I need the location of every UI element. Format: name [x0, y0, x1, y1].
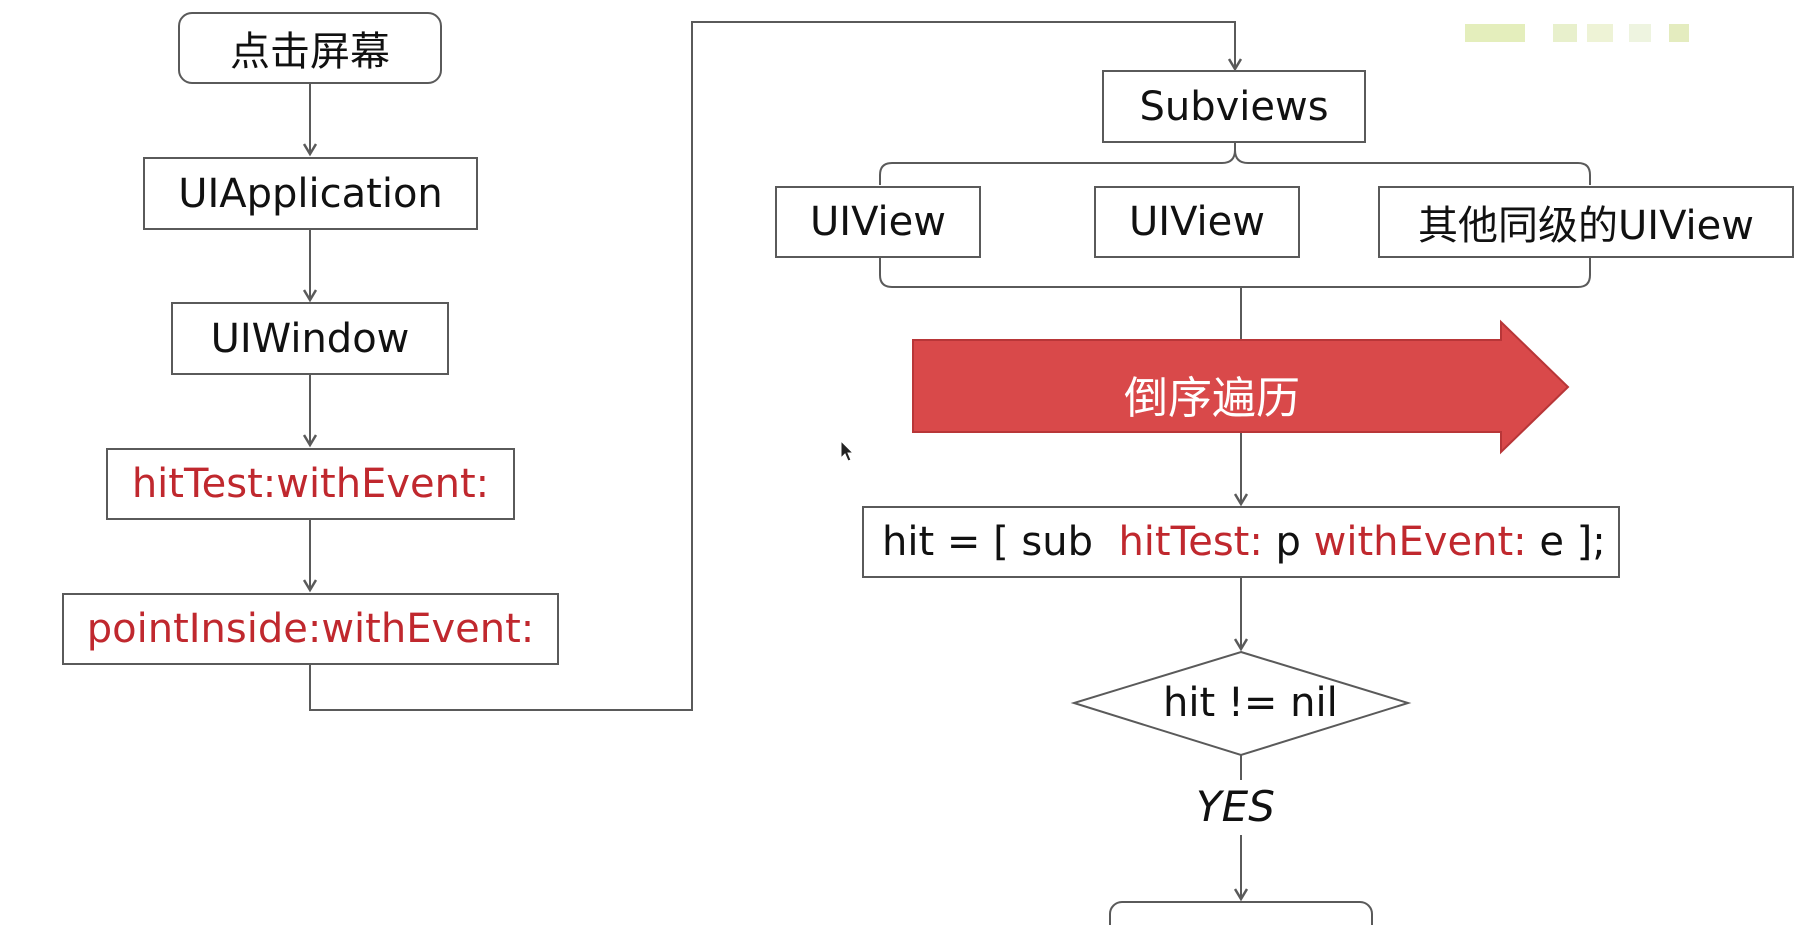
code-part-5: e ]; [1526, 519, 1606, 565]
next-step-box [1109, 901, 1373, 925]
sibling-uiview-label: 其他同级的UIView [1418, 203, 1754, 249]
pointinside-label: pointInside:withEvent: [86, 606, 535, 652]
hittest-code-box: hit = [ sub hitTest: p withEvent: e ]; [862, 506, 1620, 578]
tap-screen-label: 点击屏幕 [230, 29, 390, 75]
code-part-3: p [1262, 519, 1314, 565]
subviews-brace-bottom [879, 258, 1591, 288]
uiwindow-label: UIWindow [210, 315, 410, 362]
hittest-label: hitTest:withEvent: [131, 461, 490, 507]
sibling-uiview-box: 其他同级的UIView [1378, 186, 1794, 258]
uiview-box-2: UIView [1094, 186, 1300, 258]
yes-label: YES [1196, 782, 1275, 831]
condition-label: hit != nil [1163, 680, 1338, 726]
reverse-traverse-label: 倒序遍历 [1124, 373, 1300, 424]
watermark-strip [1465, 24, 1705, 42]
uiview-box-1: UIView [775, 186, 981, 258]
uiapplication-box: UIApplication [143, 157, 478, 230]
uiwindow-box: UIWindow [171, 302, 449, 375]
code-part-4: withEvent: [1313, 519, 1527, 565]
code-part-1: hit = [ sub [882, 519, 1119, 565]
pointinside-box: pointInside:withEvent: [62, 593, 559, 665]
mouse-cursor-icon [840, 440, 855, 462]
hittest-box: hitTest:withEvent: [106, 448, 515, 520]
code-part-2: hitTest: [1118, 519, 1263, 565]
subviews-label: Subviews [1139, 83, 1329, 130]
tap-screen-box: 点击屏幕 [178, 12, 442, 84]
uiapplication-label: UIApplication [178, 170, 443, 217]
subviews-brace-top-right [1234, 149, 1591, 185]
uiview-label-2: UIView [1129, 199, 1265, 245]
subviews-brace-top [879, 143, 1236, 185]
subviews-box: Subviews [1102, 70, 1366, 143]
uiview-label-1: UIView [810, 199, 946, 245]
